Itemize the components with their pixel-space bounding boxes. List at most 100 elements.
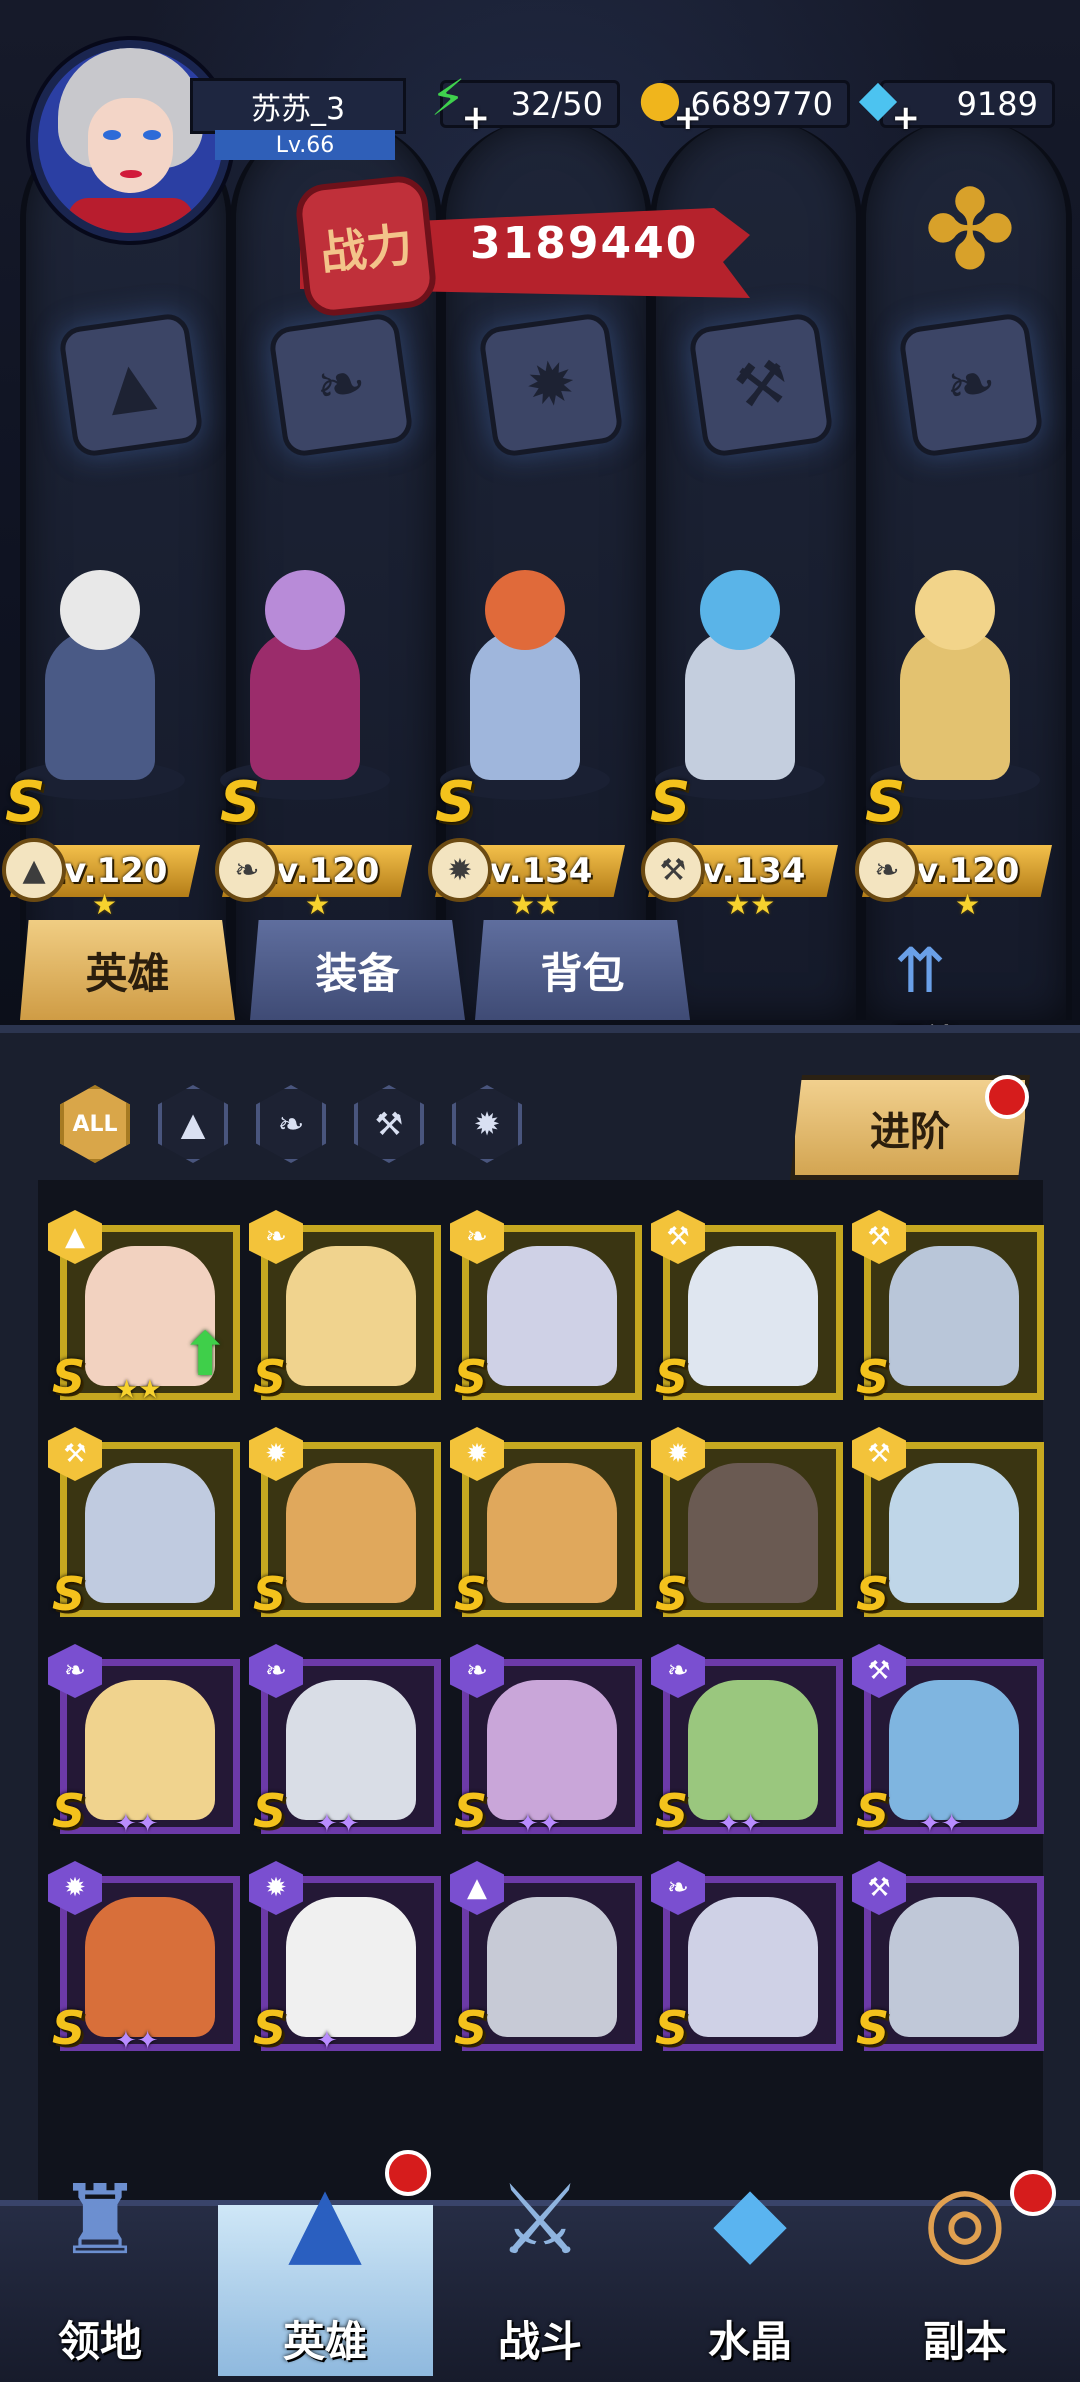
gold-coin-icon[interactable]: ● + bbox=[624, 62, 702, 138]
notification-dot bbox=[385, 2150, 431, 2196]
hero-portrait bbox=[85, 1680, 215, 1820]
lineup-hero-2[interactable] bbox=[210, 560, 400, 800]
hero-stars: ✦✦ bbox=[316, 1809, 360, 1839]
nav-battle[interactable]: ⚔ 战斗 bbox=[440, 2150, 640, 2376]
player-name: 苏苏_3 bbox=[190, 78, 406, 134]
nav-heroes[interactable]: ▲ 英雄 bbox=[225, 2150, 431, 2376]
hero-portrait bbox=[487, 1897, 617, 2037]
grade-badge: S bbox=[253, 1567, 287, 1621]
power-value: 3189440 bbox=[470, 218, 699, 269]
hero-portrait bbox=[889, 1246, 1019, 1386]
lineup-hero-5[interactable] bbox=[860, 560, 1050, 800]
tab-heroes[interactable]: 英雄 bbox=[20, 920, 235, 1020]
wizard-hat-icon: ▲ bbox=[288, 2164, 362, 2276]
hero-portrait bbox=[688, 1897, 818, 2037]
grade-badge: S bbox=[52, 2001, 86, 2055]
wing-icon: ❧ bbox=[897, 311, 1045, 459]
stamina-value: 32/50 bbox=[510, 85, 603, 123]
wing-icon: ❧ bbox=[215, 838, 279, 902]
tab-backpack[interactable]: 背包 bbox=[475, 920, 690, 1020]
nav-crystal[interactable]: ◆ 水晶 bbox=[650, 2150, 850, 2376]
mage-hat-icon: ▲ bbox=[2, 838, 66, 902]
lineup-hero-3[interactable] bbox=[430, 560, 620, 800]
diamond-icon[interactable]: ◆ + bbox=[842, 62, 920, 138]
grade-badge: S bbox=[454, 1350, 488, 1404]
grade-badge: S bbox=[52, 1784, 86, 1838]
upgrade-arrow-icon: ⬆ bbox=[180, 1320, 231, 1390]
beast-icon: ✹ bbox=[477, 311, 625, 459]
grade-badge: S bbox=[454, 2001, 488, 2055]
nav-territory[interactable]: ♜ 领地 bbox=[0, 2150, 200, 2376]
grade-badge: S bbox=[856, 1567, 890, 1621]
hero-stars: ★ bbox=[92, 888, 118, 921]
hero-portrait bbox=[286, 1463, 416, 1603]
grade-badge: S bbox=[5, 770, 46, 835]
power-label: 战力 bbox=[293, 173, 439, 319]
grade-badge: S bbox=[856, 1784, 890, 1838]
player-level: Lv.66 bbox=[215, 130, 395, 160]
hero-portrait bbox=[889, 1463, 1019, 1603]
lineup-hero-4[interactable] bbox=[645, 560, 835, 800]
grade-badge: S bbox=[220, 770, 261, 835]
grade-badge: S bbox=[52, 1350, 86, 1404]
hero-portrait bbox=[85, 1463, 215, 1603]
wrench-icon: ⚒ bbox=[687, 311, 835, 459]
crystal-icon: ◆ bbox=[713, 2164, 787, 2276]
portal-icon: ◎ bbox=[923, 2164, 1007, 2276]
hero-portrait bbox=[487, 1680, 617, 1820]
grade-badge: S bbox=[253, 2001, 287, 2055]
hero-portrait bbox=[286, 1897, 416, 2037]
diamond-value: 9189 bbox=[956, 85, 1038, 123]
hero-stars: ★★ bbox=[725, 888, 776, 921]
hero-stars: ★ bbox=[305, 888, 331, 921]
stamina-icon[interactable]: ⚡ + bbox=[412, 62, 490, 138]
grade-badge: S bbox=[435, 770, 476, 835]
hero-portrait bbox=[286, 1680, 416, 1820]
nav-heroes-label: 英雄 bbox=[282, 2317, 367, 2366]
hero-portrait bbox=[85, 1897, 215, 2037]
nav-dungeon[interactable]: ◎ 副本 bbox=[865, 2150, 1065, 2376]
tab-equipment[interactable]: 装备 bbox=[250, 920, 465, 1020]
hero-portrait bbox=[688, 1463, 818, 1603]
hero-portrait bbox=[688, 1680, 818, 1820]
nav-battle-label: 战斗 bbox=[497, 2317, 582, 2366]
hero-portrait bbox=[889, 1897, 1019, 2037]
grade-badge: S bbox=[856, 2001, 890, 2055]
nav-dungeon-label: 副本 bbox=[922, 2317, 1007, 2366]
wing-icon: ❧ bbox=[855, 838, 919, 902]
hero-stars: ★ bbox=[955, 888, 981, 921]
notification-dot bbox=[985, 1075, 1029, 1119]
hero-portrait bbox=[688, 1246, 818, 1386]
settings-icon[interactable]: ✤ bbox=[910, 166, 1030, 294]
gold-value: 6689770 bbox=[690, 85, 833, 123]
nav-crystal-label: 水晶 bbox=[707, 2317, 792, 2366]
grade-badge: S bbox=[253, 1784, 287, 1838]
grade-badge: S bbox=[655, 1784, 689, 1838]
wrench-icon: ⚒ bbox=[641, 838, 705, 902]
grade-badge: S bbox=[865, 770, 906, 835]
grade-badge: S bbox=[253, 1350, 287, 1404]
wing-icon: ❧ bbox=[267, 311, 415, 459]
hero-stars: ✦✦ bbox=[919, 1809, 963, 1839]
grade-badge: S bbox=[655, 1350, 689, 1404]
hero-portrait bbox=[889, 1680, 1019, 1820]
hero-stars: ✦✦ bbox=[718, 1809, 762, 1839]
grade-badge: S bbox=[52, 1567, 86, 1621]
hero-portrait bbox=[286, 1246, 416, 1386]
grade-badge: S bbox=[454, 1784, 488, 1838]
hero-stars: ✦✦ bbox=[115, 1809, 159, 1839]
grade-badge: S bbox=[655, 2001, 689, 2055]
hero-stars: ★★ bbox=[115, 1375, 162, 1405]
hero-stars: ★★ bbox=[510, 888, 561, 921]
beast-icon: ✹ bbox=[428, 838, 492, 902]
lineup-hero-1[interactable] bbox=[5, 560, 195, 800]
player-avatar[interactable] bbox=[30, 40, 231, 241]
hero-portrait bbox=[487, 1246, 617, 1386]
grade-badge: S bbox=[454, 1567, 488, 1621]
grade-badge: S bbox=[856, 1350, 890, 1404]
notification-dot bbox=[1010, 2170, 1056, 2216]
hero-stars: ✦✦ bbox=[517, 1809, 561, 1839]
grade-badge: S bbox=[655, 1567, 689, 1621]
castle-icon: ♜ bbox=[56, 2164, 144, 2276]
sword-icon: ⚔ bbox=[496, 2164, 584, 2276]
